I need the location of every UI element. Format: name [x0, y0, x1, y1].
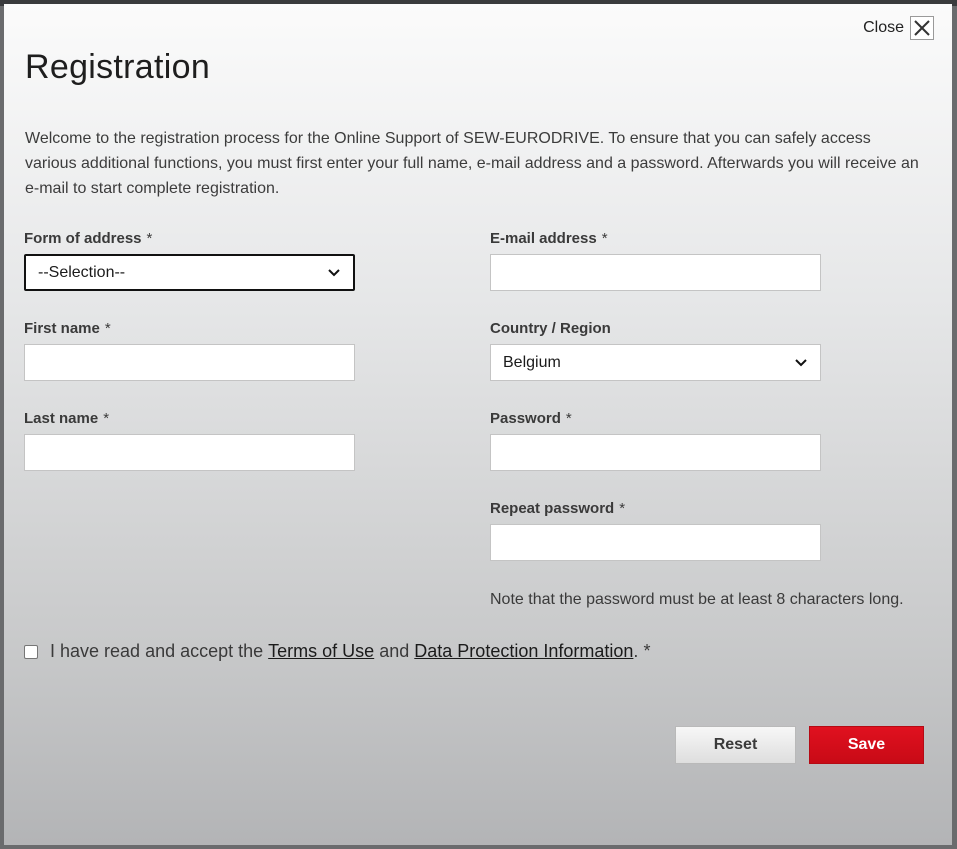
repeat-password-field: Repeat password * — [490, 500, 821, 561]
chevron-down-icon — [327, 266, 341, 280]
email-field: E-mail address * — [490, 230, 821, 291]
intro-text: Welcome to the registration process for … — [25, 130, 919, 197]
password-field: Password * — [490, 410, 821, 471]
close-icon[interactable] — [910, 16, 934, 40]
dialog-title: Registration — [25, 48, 211, 86]
repeat-password-label: Repeat password * — [490, 500, 626, 517]
close-label: Close — [863, 19, 904, 36]
consent-suffix: . — [633, 641, 639, 661]
email-label: E-mail address * — [490, 230, 608, 247]
last-name-label: Last name * — [24, 410, 110, 427]
consent-row: I have read and accept the Terms of Use … — [24, 641, 650, 662]
password-note: Note that the password must be at least … — [490, 591, 904, 608]
chevron-down-icon — [794, 356, 808, 370]
form-of-address-field: Form of address * --Selection-- — [24, 230, 355, 291]
repeat-password-input[interactable] — [490, 524, 821, 561]
close-button[interactable]: Close — [863, 16, 934, 40]
data-protection-link[interactable]: Data Protection Information — [414, 641, 633, 662]
first-name-field: First name * — [24, 320, 355, 381]
password-label: Password * — [490, 410, 572, 427]
consent-required-mark: * — [643, 641, 651, 661]
registration-dialog: Close Registration Welcome to the regist… — [4, 4, 952, 845]
first-name-input[interactable] — [24, 344, 355, 381]
form-of-address-select[interactable]: --Selection-- — [24, 254, 355, 291]
password-input[interactable] — [490, 434, 821, 471]
terms-of-use-link[interactable]: Terms of Use — [268, 641, 374, 662]
country-field: Country / Region Belgium — [490, 320, 821, 381]
save-button[interactable]: Save — [809, 726, 924, 764]
last-name-field: Last name * — [24, 410, 355, 471]
form-of-address-label: Form of address * — [24, 230, 153, 247]
country-select[interactable]: Belgium — [490, 344, 821, 381]
consent-middle: and — [379, 641, 410, 661]
consent-checkbox[interactable] — [24, 644, 38, 659]
last-name-input[interactable] — [24, 434, 355, 471]
first-name-label: First name * — [24, 320, 111, 337]
consent-prefix: I have read and accept the — [50, 641, 264, 661]
form-of-address-value: --Selection-- — [38, 263, 126, 281]
country-value: Belgium — [503, 353, 561, 371]
email-input[interactable] — [490, 254, 821, 291]
reset-button[interactable]: Reset — [675, 726, 796, 764]
country-label: Country / Region — [490, 320, 611, 337]
